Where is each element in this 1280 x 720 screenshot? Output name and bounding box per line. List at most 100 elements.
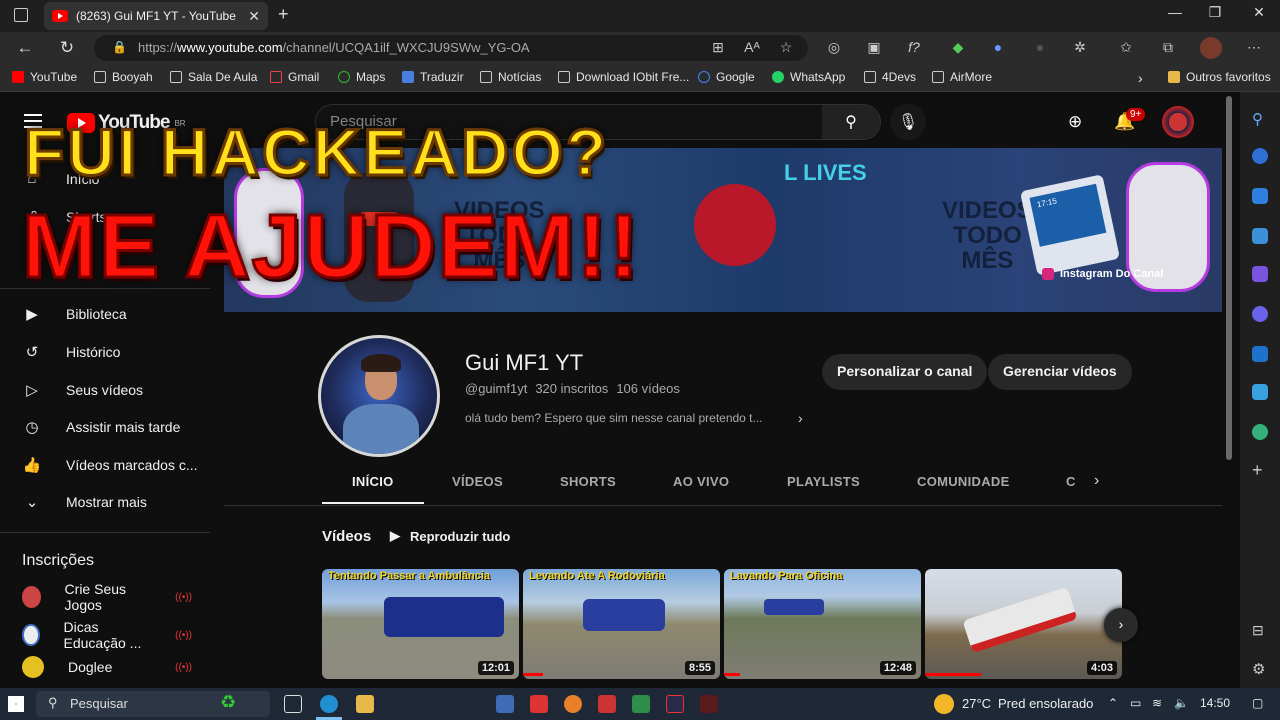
account-avatar[interactable] [1162,106,1194,138]
voice-search-button[interactable]: 🎙 [890,104,926,140]
page-scrollbar[interactable] [1226,96,1232,460]
sidebar-item-historico[interactable]: ↺ Histórico [22,343,121,361]
bookmark-whatsapp[interactable]: WhatsApp [772,70,845,84]
read-aloud-icon[interactable]: Aᴬ [742,39,762,55]
bookmark-booyah[interactable]: Booyah [94,70,153,84]
games-icon[interactable] [1252,266,1268,282]
restore-icon[interactable]: ❐ [1192,4,1238,21]
favorites-icon[interactable]: ✩ [1116,39,1136,56]
shelf-next-button[interactable]: › [1104,608,1138,642]
video-thumbnail[interactable]: Lavando Para Oficina 12:48 [724,569,921,679]
file-explorer-icon[interactable] [356,695,374,713]
url-field[interactable]: 🔒 https://www.youtube.com/channel/UCQA1i… [94,35,808,61]
video-thumbnail[interactable]: Levando Ate A Rodoviária 8:55 [523,569,720,679]
more-menu-icon[interactable]: ⋯ [1244,39,1264,56]
apps-icon[interactable]: ⊞ [708,39,728,56]
bookmark-google[interactable]: Google [698,70,755,84]
windows-start-icon[interactable] [8,696,24,712]
bookmark-sala-de-aula[interactable]: Sala De Aula [170,70,257,84]
subscription-dicas-educacao[interactable]: Dicas Educação ... ((•)) [22,619,192,651]
window-close-icon[interactable]: ✕ [1236,4,1280,21]
tab-canais-truncated[interactable]: C [1066,474,1076,489]
app-icon[interactable] [700,695,718,713]
videos-shelf-title[interactable]: Vídeos [322,528,371,545]
settings-gear-icon[interactable]: ⚙ [1252,660,1265,678]
extension-image-icon[interactable]: ▣ [864,39,884,56]
manage-videos-button[interactable]: Gerenciar vídeos [988,354,1132,390]
play-all-button[interactable]: ▶ Reproduzir tudo [390,528,510,544]
temperature[interactable]: 27°C [962,696,991,711]
sidebar-item-assistir-mais-tarde[interactable]: ◷ Assistir mais tarde [22,418,180,436]
search-button[interactable]: ⚲ [822,105,880,139]
tab-ao-vivo[interactable]: AO VIVO [673,474,729,489]
bookmark-airmore[interactable]: AirMore [932,70,992,84]
extension-glasses-icon[interactable]: ◎ [824,39,844,56]
back-icon[interactable]: ← [14,38,36,58]
tray-app-icon[interactable]: ▭ [1130,696,1141,710]
tab-comunidade[interactable]: COMUNIDADE [917,474,1010,489]
description-chevron-icon[interactable]: › [798,410,803,426]
tab-playlists[interactable]: PLAYLISTS [787,474,860,489]
profile-avatar[interactable] [1200,37,1222,59]
bookmark-download-iobit[interactable]: Download IObit Fre... [558,70,689,84]
customize-channel-button[interactable]: Personalizar o canal [822,354,988,390]
subscription-doglee[interactable]: Doglee ((•)) [22,656,192,678]
bing-icon[interactable] [1252,148,1268,164]
create-video-icon[interactable]: ⊕ [1068,112,1082,132]
shopping-tag-icon[interactable] [1252,188,1268,204]
hide-sidebar-icon[interactable]: ⊟ [1252,622,1264,639]
search-icon[interactable]: ⚲ [1252,110,1268,128]
clock-time[interactable]: 14:50 [1200,696,1230,710]
sidebar-item-mostrar-mais[interactable]: ⌄ Mostrar mais [22,493,147,511]
tab-inicio[interactable]: INÍCIO [352,474,394,489]
app-icon[interactable] [530,695,548,713]
collections-icon[interactable]: ⧉ [1158,39,1178,56]
bookmark-gmail[interactable]: Gmail [270,70,319,84]
notification-center-icon[interactable]: ▢ [1252,696,1263,710]
tab-videos[interactable]: VÍDEOS [452,474,503,489]
weather-description[interactable]: Pred ensolarado [998,696,1093,711]
edge-taskbar-icon[interactable] [320,695,338,713]
tab-close-icon[interactable]: ✕ [248,8,260,25]
extension-blue-icon[interactable]: ● [988,39,1008,55]
app-icon[interactable] [632,695,650,713]
blender-icon[interactable] [564,695,582,713]
bookmark-traduzir[interactable]: Traduzir [402,70,464,84]
app-icon[interactable] [496,695,514,713]
bookmark-maps[interactable]: Maps [338,70,385,84]
tab-actions-icon[interactable] [14,8,28,22]
bookmark-4devs[interactable]: 4Devs [864,70,916,84]
extension-gray-icon[interactable]: ● [1030,39,1050,55]
channel-description[interactable]: olá tudo bem? Espero que sim nesse canal… [465,411,763,425]
tray-chevron-up-icon[interactable]: ⌃ [1108,696,1118,710]
bookmarks-overflow-icon[interactable]: › [1138,70,1143,86]
task-view-icon[interactable] [284,695,302,713]
sidebar-item-biblioteca[interactable]: ▶ Biblioteca [22,305,126,323]
extension-formula-icon[interactable]: f? [904,39,924,55]
extensions-icon[interactable]: ✲ [1070,39,1090,56]
telegram-icon[interactable] [1252,384,1268,400]
instagram-link[interactable]: Instagram Do Canal [1042,268,1163,280]
bookmark-noticias[interactable]: Notícias [480,70,541,84]
refresh-icon[interactable]: ↻ [56,38,78,58]
bookmark-youtube[interactable]: YouTube [12,70,77,84]
sidebar-item-videos-marcados[interactable]: 👍 Vídeos marcados c... [22,456,198,474]
new-tab-icon[interactable]: + [278,4,289,25]
tab-shorts[interactable]: SHORTS [560,474,616,489]
channel-avatar-large[interactable] [318,335,440,457]
video-thumbnail[interactable]: Tentando Passar a Ambulância 12:01 [322,569,519,679]
add-icon[interactable]: + [1252,460,1263,481]
browser-tab[interactable]: (8263) Gui MF1 YT - YouTube ✕ [44,2,268,30]
weather-sun-icon[interactable] [934,694,954,714]
favorite-star-icon[interactable]: ☆ [776,39,796,56]
sidebar-item-seus-videos[interactable]: ▷ Seus vídeos [22,381,143,399]
app-icon[interactable] [598,695,616,713]
video-thumbnail[interactable]: 4:03 [925,569,1122,679]
tools-icon[interactable] [1252,228,1268,244]
copilot-icon[interactable] [1252,306,1268,322]
tree-icon[interactable] [1252,424,1268,440]
outlook-icon[interactable] [1252,346,1268,362]
other-favorites[interactable]: Outros favoritos [1168,70,1271,84]
extension-puzzle-green-icon[interactable]: ◆ [948,39,968,56]
app-icon[interactable] [666,695,684,713]
